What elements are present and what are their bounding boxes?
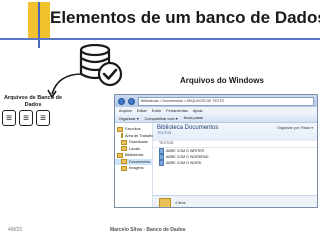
- pictures-icon: [121, 165, 127, 171]
- nav-item-label: Downloads: [129, 140, 148, 145]
- places-icon: [121, 146, 127, 152]
- nav-item-label: Imagens: [129, 166, 144, 171]
- menu-item-exibir[interactable]: Exibir: [152, 109, 162, 113]
- slide-title: Elementos de um banco de Dados: [50, 8, 320, 27]
- desktop-icon: [121, 133, 123, 139]
- menu-item-ajuda[interactable]: Ajuda: [193, 109, 203, 113]
- nav-item-label: Favoritos: [125, 127, 141, 132]
- db-files-label: Arquivos de Banco de Dados: [3, 95, 63, 108]
- explorer-body: Favoritos Área de Trabalho Downloads Loc…: [115, 123, 317, 207]
- file-row-label: ABRE COM O WORDPAD: [166, 155, 209, 159]
- file-icon: ≡: [19, 110, 33, 126]
- library-header: Biblioteca Documentos TEXTOS Organizar p…: [153, 123, 317, 141]
- navigation-pane: Favoritos Área de Trabalho Downloads Loc…: [115, 123, 155, 207]
- windows-files-label: Arquivos do Windows: [180, 76, 264, 85]
- arrange-by-dropdown[interactable]: Organizar por: Pasta ▾: [277, 126, 313, 130]
- forward-button[interactable]: [128, 97, 135, 105]
- nav-item-label: Locais: [129, 146, 140, 151]
- share-button[interactable]: Compartilhar com ▾: [145, 116, 178, 121]
- file-row-label: ABRE COM O WRITER: [166, 149, 205, 153]
- back-button[interactable]: [118, 97, 125, 105]
- library-icon: [117, 152, 123, 158]
- item-count: 4 itens: [175, 200, 186, 205]
- nav-item-label: Documentos: [129, 159, 151, 164]
- footer-author: Marcelo Silva - Banco de Dados: [110, 227, 186, 233]
- title-underline: [0, 38, 320, 40]
- menu-item-ferramentas[interactable]: Ferramentas: [166, 109, 188, 113]
- folder-icon: [159, 197, 171, 207]
- content-pane: Biblioteca Documentos TEXTOS Organizar p…: [153, 123, 317, 207]
- file-row[interactable]: ABRE COM O WORD: [153, 160, 317, 166]
- file-icon: ≡: [36, 110, 50, 126]
- nav-item-label: Bibliotecas: [125, 153, 144, 158]
- explorer-window: Bibliotecas > Documentos > ARQUIVOS DE T…: [114, 94, 318, 208]
- db-file-icons: ≡ ≡ ≡: [2, 110, 50, 126]
- title-accent-vline: [38, 2, 40, 48]
- explorer-titlebar: Bibliotecas > Documentos > ARQUIVOS DE T…: [115, 95, 317, 107]
- address-bar[interactable]: Bibliotecas > Documentos > ARQUIVOS DE T…: [138, 96, 314, 106]
- details-pane: 4 itens: [153, 195, 317, 207]
- file-icon: ≡: [2, 110, 16, 126]
- menu-item-editar[interactable]: Editar: [137, 109, 147, 113]
- file-row-label: ABRE COM O WORD: [166, 161, 202, 165]
- document-icon: [159, 160, 164, 166]
- new-folder-button[interactable]: Nova pasta: [184, 116, 203, 120]
- library-subtitle: TEXTOS: [157, 131, 172, 135]
- star-icon: [117, 126, 123, 132]
- menu-item-arquivo[interactable]: Arquivo: [119, 109, 132, 113]
- downloads-icon: [121, 139, 127, 145]
- documents-icon: [121, 159, 127, 165]
- nav-item-imagens[interactable]: Imagens: [115, 165, 152, 172]
- column-header[interactable]: TEXTOS: [153, 141, 317, 148]
- footer-date: 4/8/23: [8, 227, 22, 233]
- menu-bar: Arquivo Editar Exibir Ferramentas Ajuda: [115, 107, 317, 114]
- command-bar: Organizar ▾ Compartilhar com ▾ Nova past…: [115, 114, 317, 123]
- organize-button[interactable]: Organizar ▾: [119, 116, 139, 121]
- nav-item-label: Área de Trabalho: [125, 133, 155, 138]
